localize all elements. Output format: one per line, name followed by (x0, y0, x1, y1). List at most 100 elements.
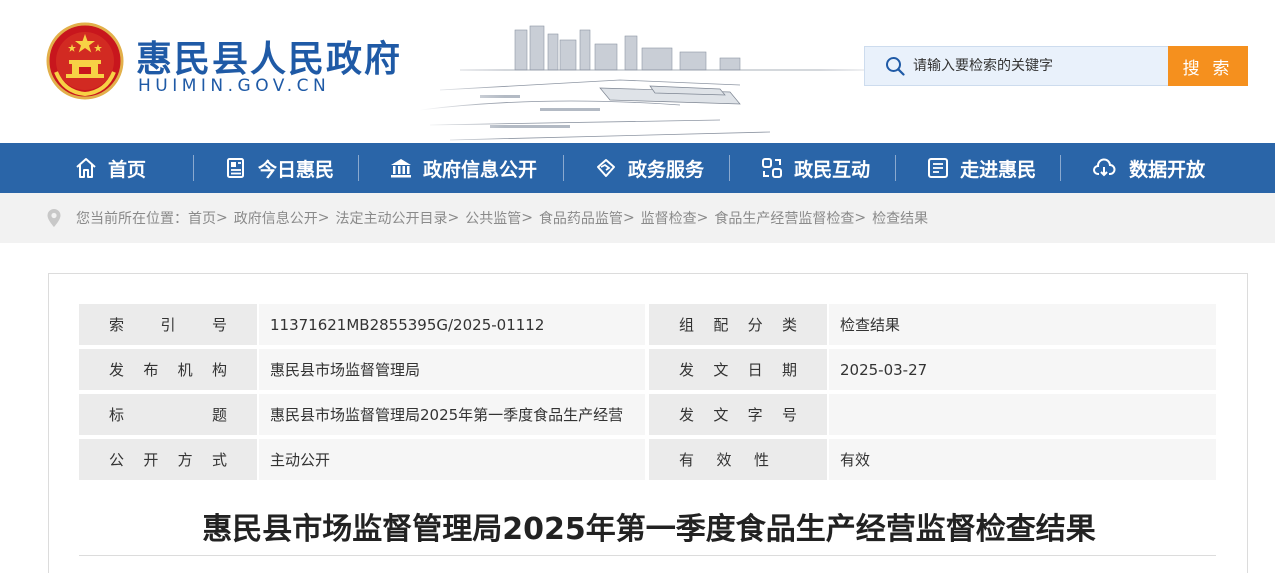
meta-row: 索 引 号 11371621MB2855395G/2025-01112 组配分类 检… (79, 304, 1216, 345)
meta-row: 标题 惠民县市场监督管理局2025年第一季度食品生产经营 发文字号 (79, 394, 1216, 435)
label-char: 发 (679, 406, 695, 424)
breadcrumb-separator: > (521, 210, 533, 226)
meta-label-disclosure-method: 公开方式 (79, 439, 257, 480)
nav-divider (895, 155, 897, 181)
nav-item-today-huimin[interactable]: 今日惠民 (224, 143, 334, 193)
nav-item-label: 今日惠民 (258, 158, 335, 181)
site-header: 惠民县人民政府 HUIMIN.GOV.CN 请输入要检索的关键字 搜 索 (0, 0, 1275, 143)
meta-label-index-number: 索引号 (79, 304, 257, 345)
nav-item-open-data[interactable]: 数据开放 (1089, 143, 1205, 193)
label-char: 构 (211, 361, 227, 379)
meta-value-title: 惠民县市场监督管理局2025年第一季度食品生产经营 (259, 394, 645, 435)
breadcrumb-separator: > (447, 210, 460, 226)
breadcrumb-separator: > (854, 210, 867, 226)
nav-item-label: 首页 (108, 158, 147, 181)
label-char: 号 (211, 316, 227, 334)
site-title[interactable]: 惠民县人民政府 (136, 30, 402, 82)
label-char: 题 (211, 406, 227, 424)
nav-item-label: 走进惠民 (960, 158, 1037, 181)
main-nav: 首页 今日惠民 政府信息公开 政务服务 政民互动 走进惠民 数据开放 (0, 143, 1275, 193)
nav-divider (1060, 155, 1062, 181)
search-button[interactable]: 搜 索 (1168, 46, 1248, 86)
breadcrumb-link[interactable]: 公共监管 (465, 208, 521, 228)
meta-value-category: 检查结果 (829, 304, 1216, 345)
meta-row: 公开方式 主动公开 有效性 有效 (79, 439, 1216, 480)
label-char: 号 (781, 406, 797, 424)
label-char: 有 (679, 451, 695, 469)
meta-label-issue-date: 发文日期 (649, 349, 827, 390)
meta-value-document-number (829, 394, 1216, 435)
breadcrumb-prefix: 您当前所在位置： (76, 211, 188, 227)
nav-item-label: 政民互动 (794, 158, 871, 181)
label-char: 文 (713, 361, 729, 379)
label-char: 分 (747, 316, 763, 334)
label-char: 期 (781, 361, 797, 379)
nav-divider (729, 155, 731, 181)
nav-item-about-huimin[interactable]: 走进惠民 (926, 143, 1036, 193)
label-char: 索 (109, 316, 125, 334)
document-title: 惠民县市场监督管理局2025年第一季度食品生产经营监督检查结果 (202, 512, 1096, 547)
nav-item-public-interaction[interactable]: 政民互动 (760, 143, 870, 193)
label-char: 字 (747, 406, 763, 424)
meta-value-disclosure-method: 主动公开 (259, 439, 645, 480)
meta-label-publisher: 发布机构 (79, 349, 257, 390)
label-char: 布 (143, 361, 159, 379)
meta-value-validity: 有效 (829, 439, 1216, 480)
breadcrumb-separator: > (317, 210, 330, 226)
article-card: 索引号 11371621MB2855395G/2025-01112 组配分类 检… (48, 273, 1248, 573)
search-box (864, 46, 1169, 86)
nav-item-label: 数据开放 (1129, 158, 1206, 181)
label-char: 式 (211, 451, 227, 469)
label-char: 类 (781, 316, 797, 334)
national-emblem-icon (46, 22, 124, 100)
breadcrumb-separator: > (696, 210, 709, 226)
handshake-icon (597, 159, 616, 177)
book-icon (928, 158, 949, 178)
meta-label-title: 标题 (79, 394, 257, 435)
label-char: 效 (716, 451, 732, 469)
meta-row: 发布机构 惠民县市场监督管理局 发文日期 2025-03-27 (79, 349, 1216, 390)
search-input[interactable] (913, 58, 1163, 74)
nav-divider (563, 155, 565, 181)
label-char: 方 (177, 451, 193, 469)
label-char: 开 (143, 451, 159, 469)
meta-value-publisher: 惠民县市场监督管理局 (259, 349, 645, 390)
breadcrumb-separator: > (216, 210, 228, 226)
nav-item-gov-info-disclosure[interactable]: 政府信息公开 (389, 143, 537, 193)
breadcrumb-link[interactable]: 法定主动公开目录 (335, 208, 447, 228)
news-icon (227, 158, 245, 178)
title-divider (79, 555, 1216, 556)
site-domain: HUIMIN.GOV.CN (138, 76, 331, 96)
nav-divider (193, 155, 195, 181)
breadcrumb-link[interactable]: 首页 (188, 208, 216, 228)
location-pin-icon (47, 209, 61, 227)
label-char: 组 (679, 316, 695, 334)
label-char: 文 (713, 406, 729, 424)
meta-label-category: 组配分类 (649, 304, 827, 345)
nav-item-gov-services[interactable]: 政务服务 (594, 143, 704, 193)
meta-label-validity: 有效性 (649, 439, 827, 480)
label-char: 发 (679, 361, 695, 379)
breadcrumb-current[interactable]: 检查结果 (872, 208, 928, 228)
government-building-icon (391, 159, 412, 178)
nav-item-label: 政府信息公开 (423, 158, 538, 181)
nav-item-home[interactable]: 首页 (74, 143, 146, 193)
city-skyline-illustration (420, 0, 890, 143)
breadcrumb: 您当前所在位置： 首页 > 政府信息公开 > 法定主动公开目录 > 公共监管 > 食品药… (0, 193, 1275, 243)
label-char: 引 (160, 316, 176, 334)
breadcrumb-link[interactable]: 政府信息公开 (234, 208, 318, 228)
label-char: 标 (109, 406, 125, 424)
search-icon[interactable] (885, 56, 905, 76)
meta-value-issue-date: 2025-03-27 (829, 349, 1216, 390)
label-char: 日 (747, 361, 763, 379)
label-char: 公 (109, 451, 125, 469)
label-char: 配 (713, 316, 729, 334)
meta-label-document-number: 发文字号 (649, 394, 827, 435)
breadcrumb-link[interactable]: 监督检查 (641, 208, 697, 228)
nav-divider (358, 155, 360, 181)
breadcrumb-link[interactable]: 食品生产经营监督检查 (714, 208, 854, 228)
home-icon (76, 158, 96, 178)
breadcrumb-link[interactable]: 食品药品监管 (539, 208, 623, 228)
nav-item-label: 政务服务 (628, 158, 705, 181)
label-char: 发 (109, 361, 125, 379)
